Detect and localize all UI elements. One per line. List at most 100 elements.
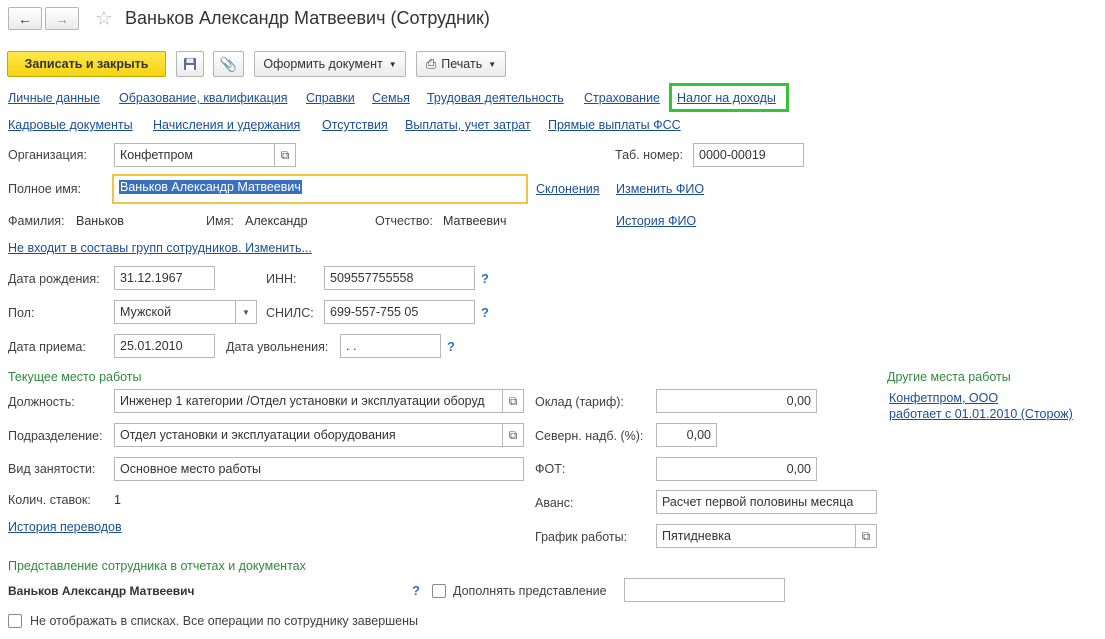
inn-label: ИНН:: [266, 272, 297, 286]
nav-hr-documents[interactable]: Кадровые документы: [8, 118, 133, 132]
salary-label: Оклад (тариф):: [535, 395, 624, 409]
lastname-label: Фамилия:: [8, 214, 65, 228]
chevron-down-icon: ▼: [242, 307, 250, 317]
department-label: Подразделение:: [8, 429, 103, 443]
sex-select[interactable]: Мужской: [114, 300, 236, 324]
nav-payments[interactable]: Выплаты, учет затрат: [405, 118, 531, 132]
tab-number-field[interactable]: 0000-00019: [693, 143, 804, 167]
fot-field[interactable]: 0,00: [656, 457, 817, 481]
representation-name: Ваньков Александр Матвеевич: [8, 584, 195, 598]
nav-work-activity[interactable]: Трудовая деятельность: [427, 91, 564, 105]
fire-date-field[interactable]: . .: [340, 334, 441, 358]
paperclip-icon: 📎: [219, 55, 238, 72]
open-window-icon: ⧉: [508, 427, 518, 442]
organization-label: Организация:: [8, 148, 87, 162]
fire-date-help-icon[interactable]: ?: [447, 339, 455, 354]
representation-help-icon[interactable]: ?: [412, 583, 420, 598]
full-name-label: Полное имя:: [8, 182, 82, 196]
organization-field[interactable]: Конфетпром: [114, 143, 275, 167]
full-name-value: Ваньков Александр Матвеевич: [119, 180, 302, 194]
birth-date-field[interactable]: 31.12.1967: [114, 266, 215, 290]
groups-link[interactable]: Не входит в составы групп сотрудников. И…: [8, 241, 312, 255]
position-label: Должность:: [8, 395, 75, 409]
nav-family[interactable]: Семья: [372, 91, 410, 105]
firstname-value: Александр: [245, 214, 308, 228]
position-open-button[interactable]: ⧉: [502, 389, 524, 413]
current-work-title: Текущее место работы: [8, 370, 142, 384]
position-field[interactable]: Инженер 1 категории /Отдел установки и э…: [114, 389, 503, 413]
snils-help-icon[interactable]: ?: [481, 305, 489, 320]
transfer-history-link[interactable]: История переводов: [8, 520, 122, 534]
open-window-icon: ⧉: [508, 393, 518, 408]
lastname-value: Ваньков: [76, 214, 124, 228]
supplement-field[interactable]: [624, 578, 785, 602]
other-work-org-link[interactable]: Конфетпром, ООО: [889, 391, 998, 405]
schedule-field[interactable]: Пятидневка: [656, 524, 856, 548]
declensions-link[interactable]: Склонения: [536, 182, 600, 196]
inn-help-icon[interactable]: ?: [481, 271, 489, 286]
sex-dropdown-button[interactable]: ▼: [235, 300, 257, 324]
floppy-disk-icon: [184, 58, 196, 70]
create-document-label: Оформить документ: [263, 57, 383, 71]
print-button[interactable]: ⎙ Печать ▼: [416, 51, 506, 77]
other-work-title: Другие места работы: [887, 370, 1011, 384]
employment-type-label: Вид занятости:: [8, 462, 96, 476]
advance-field[interactable]: Расчет первой половины месяца: [656, 490, 877, 514]
attach-button[interactable]: 📎: [213, 51, 244, 77]
hire-date-field[interactable]: 25.01.2010: [114, 334, 215, 358]
other-work-details-link[interactable]: работает с 01.01.2010 (Сторож): [889, 407, 1073, 421]
back-button[interactable]: ←: [8, 7, 42, 30]
arrow-left-icon: ←: [18, 10, 32, 27]
hide-in-lists-label: Не отображать в списках. Все операции по…: [30, 614, 419, 628]
snils-field[interactable]: 699-557-755 05: [324, 300, 475, 324]
snils-label: СНИЛС:: [266, 306, 314, 320]
middlename-value: Матвеевич: [443, 214, 507, 228]
schedule-label: График работы:: [535, 530, 628, 544]
print-label: Печать: [441, 57, 483, 71]
dropdown-arrow-icon: ▼: [488, 59, 497, 69]
sex-label: Пол:: [8, 306, 35, 320]
organization-open-button[interactable]: ⧉: [274, 143, 296, 167]
tab-number-label: Таб. номер:: [615, 148, 683, 162]
nav-certificates[interactable]: Справки: [306, 91, 355, 105]
supplement-label: Дополнять представление: [453, 584, 607, 598]
nav-education[interactable]: Образование, квалификация: [119, 91, 288, 105]
nav-personal-data[interactable]: Личные данные: [8, 91, 100, 105]
save-close-label: Записать и закрыть: [24, 57, 149, 71]
save-close-button[interactable]: Записать и закрыть: [7, 51, 166, 77]
printer-icon: ⎙: [425, 56, 437, 71]
favorite-star-icon[interactable]: ☆: [95, 6, 113, 31]
middlename-label: Отчество:: [375, 214, 433, 228]
schedule-open-button[interactable]: ⧉: [855, 524, 877, 548]
open-window-icon: ⧉: [861, 528, 871, 543]
inn-field[interactable]: 509557755558: [324, 266, 475, 290]
nav-insurance[interactable]: Страхование: [584, 91, 660, 105]
create-document-button[interactable]: Оформить документ ▼: [254, 51, 406, 77]
nav-accruals[interactable]: Начисления и удержания: [153, 118, 300, 132]
representation-title: Представление сотрудника в отчетах и док…: [8, 559, 306, 573]
full-name-field[interactable]: Ваньков Александр Матвеевич: [112, 174, 528, 204]
nav-fss-payments[interactable]: Прямые выплаты ФСС: [548, 118, 681, 132]
supplement-checkbox[interactable]: [432, 584, 446, 598]
salary-field[interactable]: 0,00: [656, 389, 817, 413]
department-open-button[interactable]: ⧉: [502, 423, 524, 447]
history-fio-link[interactable]: История ФИО: [616, 214, 696, 228]
save-button[interactable]: [176, 51, 204, 77]
rates-value: 1: [114, 493, 121, 507]
fire-date-label: Дата увольнения:: [226, 340, 329, 354]
nav-income-tax[interactable]: Налог на доходы: [677, 91, 776, 105]
firstname-label: Имя:: [206, 214, 234, 228]
advance-label: Аванс:: [535, 496, 574, 510]
change-fio-link[interactable]: Изменить ФИО: [616, 182, 704, 196]
window-title: Ваньков Александр Матвеевич (Сотрудник): [125, 8, 490, 28]
hide-in-lists-checkbox[interactable]: [8, 614, 22, 628]
north-bonus-field[interactable]: 0,00: [656, 423, 717, 447]
forward-button[interactable]: →: [45, 7, 79, 30]
nav-absences[interactable]: Отсутствия: [322, 118, 388, 132]
hire-date-label: Дата приема:: [8, 340, 86, 354]
dropdown-arrow-icon: ▼: [388, 59, 397, 69]
north-bonus-label: Северн. надб. (%):: [535, 429, 644, 443]
department-field[interactable]: Отдел установки и эксплуатации оборудова…: [114, 423, 503, 447]
arrow-right-icon: →: [55, 10, 69, 27]
employment-type-field[interactable]: Основное место работы: [114, 457, 524, 481]
